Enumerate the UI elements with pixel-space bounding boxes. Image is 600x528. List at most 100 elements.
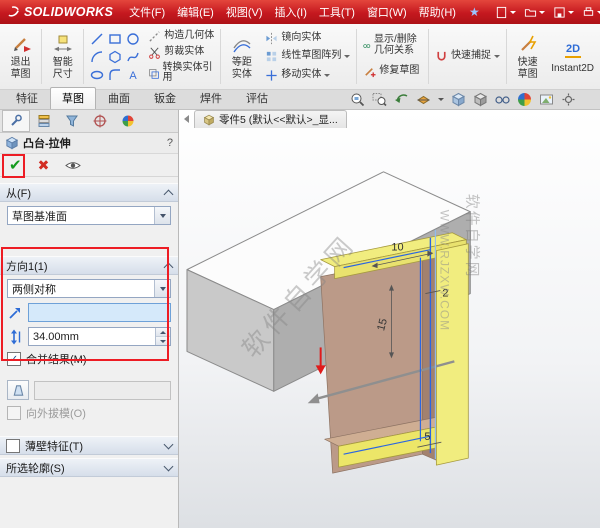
view-orientation-icon[interactable] — [451, 92, 466, 107]
start-condition-dropdown[interactable]: 草图基准面 — [7, 206, 171, 225]
sketch-spline-icon[interactable] — [124, 48, 141, 65]
smart-dimension-button[interactable]: 智能尺寸 — [44, 26, 81, 87]
direction1-section-header[interactable]: 方向1(1) — [0, 256, 178, 275]
collapse-panel-arrow-icon[interactable] — [184, 115, 189, 123]
print-button[interactable] — [582, 6, 600, 19]
menu-file[interactable]: 文件(F) — [123, 1, 171, 23]
construction-geometry-button[interactable]: 构造几何体 — [146, 30, 216, 43]
sketch-rectangle-icon[interactable] — [106, 30, 123, 47]
edit-appearance-icon[interactable] — [517, 92, 532, 107]
previous-view-icon[interactable] — [394, 92, 409, 107]
panel-spacer — [0, 230, 178, 256]
manager-tabs — [0, 110, 178, 133]
new-document-icon — [496, 6, 506, 18]
configurationmanager-tab[interactable] — [30, 110, 58, 132]
dropdown-arrow — [154, 207, 170, 224]
hide-show-items-icon[interactable] — [495, 92, 510, 107]
merge-result-checkbox[interactable]: ✓ — [7, 352, 21, 366]
display-delete-relations-button[interactable]: 显示/删除几何关系 — [361, 34, 424, 56]
menu-window[interactable]: 窗口(W) — [361, 1, 413, 23]
pattern-group: 镜向实体 线性草图阵列 移动实体 — [261, 26, 354, 87]
model-scene: 10 2 15 5 软件自学网 WWW.RJZXW.COM 软件自学网 — [186, 171, 480, 474]
merge-result-label: 合并结果(M) — [26, 354, 87, 366]
instant2d-icon: 2D — [564, 43, 581, 58]
direction-reference-field[interactable] — [28, 303, 171, 322]
dimxpertmanager-tab[interactable] — [86, 110, 114, 132]
separator — [506, 29, 508, 84]
document-tab[interactable]: 零件5 (默认<<默认>_显... — [194, 110, 347, 128]
direction-arrow-icon[interactable] — [7, 305, 23, 321]
trim-entities-button[interactable]: 剪裁实体 — [146, 46, 216, 59]
chevron-down-icon[interactable] — [438, 98, 444, 101]
repair-sketch-button[interactable]: 修复草图 — [361, 65, 424, 78]
appearances-tab[interactable] — [114, 110, 142, 132]
svg-text:A: A — [129, 70, 137, 82]
tab-evaluate[interactable]: 评估 — [234, 87, 280, 109]
draft-icon — [13, 384, 23, 396]
sketch-line-icon[interactable] — [88, 30, 105, 47]
menu-help[interactable]: 帮助(H) — [413, 1, 462, 23]
view-settings-icon[interactable] — [561, 92, 576, 107]
sketch-text-icon[interactable]: A — [124, 66, 141, 83]
section-view-icon[interactable] — [416, 92, 431, 107]
menu-view[interactable]: 视图(V) — [220, 1, 269, 23]
convert-entities-button[interactable]: 转换实体引用 — [146, 62, 216, 84]
confirm-bar: ✔ ✖ — [0, 154, 178, 177]
tab-surfaces[interactable]: 曲面 — [96, 87, 142, 109]
thin-feature-checkbox[interactable] — [6, 438, 20, 453]
menu-insert[interactable]: 插入(I) — [269, 1, 313, 23]
tab-weldments[interactable]: 焊件 — [188, 87, 234, 109]
appearances-icon — [122, 115, 134, 127]
spin-up-button[interactable] — [156, 328, 170, 336]
from-section-header[interactable]: 从(F) — [0, 183, 178, 202]
displaymanager-tab[interactable] — [58, 110, 86, 132]
draft-toggle-button[interactable] — [7, 380, 29, 400]
sketch-polygon-icon[interactable] — [106, 48, 123, 65]
tab-sketch[interactable]: 草图 — [50, 87, 96, 109]
help-icon[interactable]: ? — [167, 137, 173, 149]
selected-contours-section-header[interactable]: 所选轮廓(S) — [0, 458, 178, 477]
new-document-button[interactable] — [495, 6, 516, 19]
print-icon — [583, 6, 593, 16]
sketch-arc-icon[interactable] — [88, 48, 105, 65]
preview-eye-icon[interactable] — [65, 160, 82, 171]
instant2d-button[interactable]: 2D Instant2D — [547, 26, 598, 87]
exit-sketch-button[interactable]: 退出草图 — [2, 26, 39, 87]
spin-down-button[interactable] — [156, 336, 170, 345]
merge-result-row[interactable]: ✓ 合并结果(M) — [7, 351, 171, 367]
mirror-entities-button[interactable]: 镜向实体 — [263, 32, 352, 45]
open-button[interactable] — [524, 6, 545, 19]
exit-sketch-icon — [13, 38, 31, 52]
depth-spinbox[interactable]: 34.00mm — [28, 327, 171, 346]
sketch-fillet-icon[interactable] — [106, 66, 123, 83]
cancel-button[interactable]: ✖ — [38, 158, 50, 172]
chevron-down-icon — [538, 10, 545, 14]
offset-entities-button[interactable]: 等距实体 — [223, 26, 260, 87]
relations-group: 显示/删除几何关系 修复草图 — [359, 26, 426, 87]
quick-snaps-button[interactable]: 快速捕捉 — [433, 50, 502, 63]
zoom-fit-icon[interactable] — [350, 92, 365, 107]
command-manager: 退出草图 智能尺寸 A 构造几何体 剪裁实体 转换实体引用 等距实体 镜向实体 … — [0, 24, 600, 90]
linear-sketch-pattern-button[interactable]: 线性草图阵列 — [263, 50, 352, 63]
move-entities-button[interactable]: 移动实体 — [263, 69, 352, 82]
thin-feature-section-header[interactable]: 薄壁特征(T) — [0, 436, 178, 455]
thin-feature-label: 薄壁特征(T) — [25, 440, 84, 453]
menu-edit[interactable]: 编辑(E) — [171, 1, 220, 23]
graphics-area[interactable]: 零件5 (默认<<默认>_显... 10 2 15 5 软件自学网 WWW.RJ… — [179, 110, 600, 528]
zoom-area-icon[interactable] — [372, 92, 387, 107]
sketch-ellipse-icon[interactable] — [88, 66, 105, 83]
favorites-star-icon[interactable]: ★ — [469, 5, 480, 19]
tab-features[interactable]: 特征 — [4, 87, 50, 109]
end-condition-dropdown[interactable]: 两侧对称 — [7, 279, 171, 298]
chevron-up-icon — [163, 262, 174, 273]
sketch-circle-icon[interactable] — [124, 30, 141, 47]
apply-scene-icon[interactable] — [539, 92, 554, 107]
propertymanager-tab[interactable] — [2, 110, 30, 132]
direction-reference-row — [7, 303, 171, 322]
display-style-icon[interactable] — [473, 92, 488, 107]
tab-sheet-metal[interactable]: 钣金 — [142, 87, 188, 109]
save-button[interactable] — [553, 6, 574, 19]
rapid-sketch-button[interactable]: 快速草图 — [509, 26, 546, 87]
menu-tools[interactable]: 工具(T) — [313, 1, 361, 23]
ok-button[interactable]: ✔ — [9, 158, 22, 173]
